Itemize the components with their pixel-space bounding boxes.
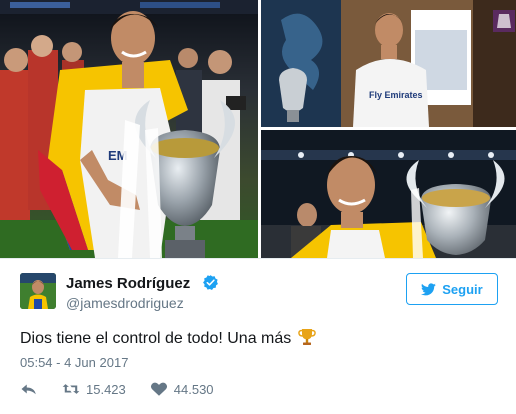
photo-main-trophy-celebration[interactable]: EM	[0, 0, 258, 258]
tweet-actions: 15.423 44.530	[20, 381, 238, 397]
like-count: 44.530	[173, 381, 214, 397]
photo-dressing-room-jersey-text: Fly Emirates	[369, 90, 423, 100]
verified-badge-icon	[203, 275, 218, 290]
avatar-image	[20, 273, 56, 309]
display-name[interactable]: James Rodríguez	[66, 275, 190, 292]
tweet-timestamp[interactable]: 05:54 - 4 Jun 2017	[20, 355, 128, 370]
reply-icon	[21, 384, 36, 395]
heart-icon	[150, 382, 167, 396]
retweet-count: 15.423	[86, 381, 126, 397]
avatar[interactable]	[20, 273, 56, 309]
trophy-emoji-icon	[298, 329, 316, 345]
user-handle[interactable]: @jamesdrodriguez	[66, 295, 184, 311]
follow-button[interactable]: Seguir	[406, 273, 498, 305]
photo-dressing-room-image: Fly Emirates	[261, 0, 516, 127]
reply-button[interactable]	[20, 381, 38, 397]
tweet-card: James Rodríguez @jamesdrodriguez Seguir …	[0, 258, 516, 414]
tweet-text: Dios tiene el control de todo! Una más	[20, 330, 292, 347]
tweet-photo-grid: EM Fly Emirates	[0, 0, 516, 258]
photo-trophy-smile[interactable]	[261, 130, 516, 258]
photo-trophy-smile-image	[261, 130, 516, 258]
like-button[interactable]: 44.530	[150, 381, 214, 397]
twitter-bird-icon	[421, 282, 437, 295]
photo-dressing-room[interactable]: Fly Emirates	[261, 0, 516, 127]
retweet-icon	[62, 384, 80, 394]
retweet-button[interactable]: 15.423	[62, 381, 126, 397]
photo-main-image: EM	[0, 0, 258, 258]
follow-button-label: Seguir	[442, 281, 483, 297]
